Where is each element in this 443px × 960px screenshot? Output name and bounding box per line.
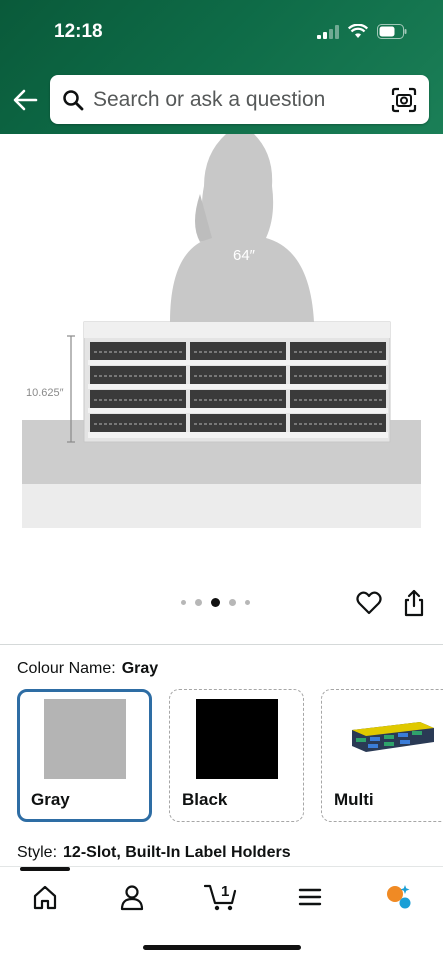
colour-option-black[interactable]: Black <box>169 689 304 822</box>
search-placeholder: Search or ask a question <box>93 87 326 111</box>
black-swatch-image <box>196 699 278 779</box>
carousel-dot <box>195 599 202 606</box>
colour-name-value: Gray <box>121 660 159 677</box>
app-header: 12:18 Search or ask a question <box>0 0 443 134</box>
section-divider <box>0 644 443 645</box>
menu-icon[interactable] <box>296 883 324 911</box>
colour-option-label: Multi <box>334 790 374 809</box>
signal-icon <box>317 24 339 39</box>
account-icon[interactable] <box>118 883 146 911</box>
carousel-dot <box>229 599 236 606</box>
search-input[interactable]: Search or ask a question <box>50 75 429 124</box>
colour-option-label: Gray <box>31 790 70 809</box>
heart-icon[interactable] <box>356 590 382 616</box>
depth-label: 10.625″ <box>26 387 64 399</box>
rufus-assistant-icon[interactable] <box>384 883 412 911</box>
search-icon <box>63 89 84 110</box>
colour-name-label: Colour Name: <box>17 660 116 677</box>
height-label: 64″ <box>233 247 256 264</box>
carousel-dots <box>181 598 250 607</box>
style-label: Style: <box>17 844 58 861</box>
bottom-navigation: 1 <box>0 866 443 960</box>
back-arrow-icon[interactable] <box>12 87 38 113</box>
cart-icon[interactable]: 1 <box>204 879 238 913</box>
product-image: 64″ 10.625″ <box>22 134 421 528</box>
share-icon[interactable] <box>402 589 426 617</box>
style-value: 12-Slot, Built-In Label Holders <box>63 844 291 861</box>
status-icons <box>317 24 407 39</box>
home-icon[interactable] <box>31 883 59 911</box>
carousel-dot <box>245 600 250 605</box>
wifi-icon <box>348 24 368 38</box>
colour-name-row: Colour Name: Gray <box>17 660 158 678</box>
style-row: Style: 12-Slot, Built-In Label Holders <box>17 844 291 862</box>
gray-swatch-image <box>44 699 126 779</box>
colour-option-gray[interactable]: Gray <box>17 689 152 822</box>
colour-option-label: Black <box>182 790 228 809</box>
carousel-dot-active <box>211 598 220 607</box>
multi-swatch-image <box>352 722 434 752</box>
cart-count: 1 <box>221 883 229 900</box>
home-indicator <box>143 945 301 950</box>
product-image-carousel[interactable]: 64″ 10.625″ <box>0 134 443 644</box>
active-tab-indicator <box>20 867 70 871</box>
status-time: 12:18 <box>54 21 103 42</box>
colour-option-multi[interactable]: Multi <box>321 689 443 822</box>
camera-lens-icon[interactable] <box>391 87 417 113</box>
battery-icon <box>377 24 407 39</box>
carousel-dot <box>181 600 186 605</box>
